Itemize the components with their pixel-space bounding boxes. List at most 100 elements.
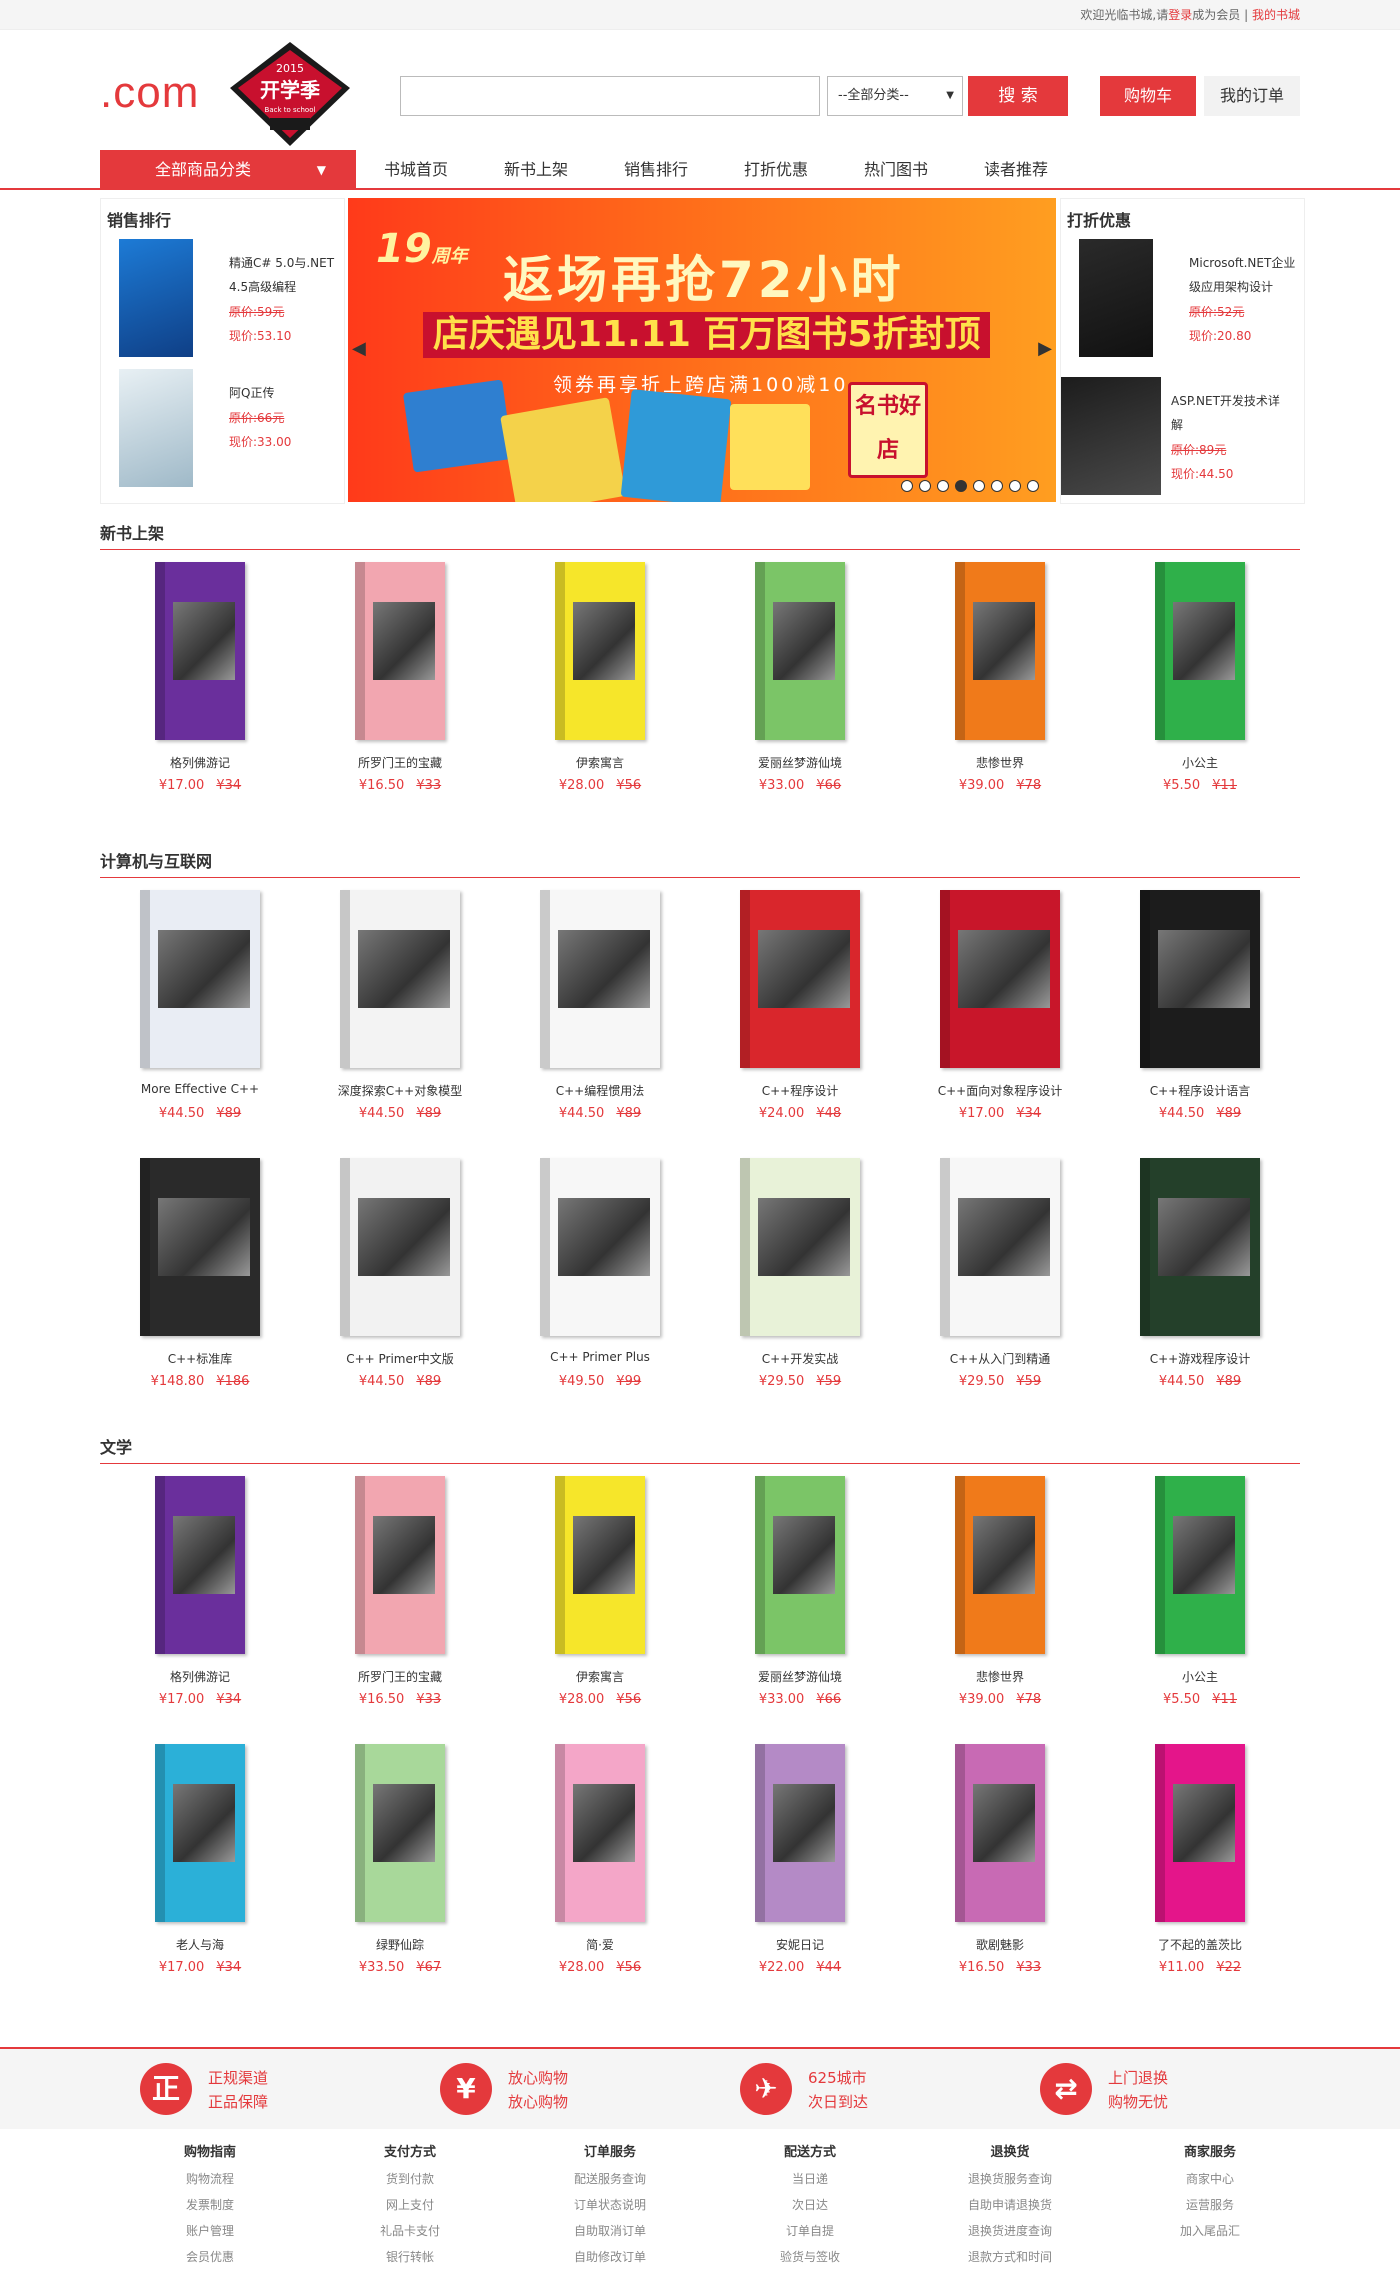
- book-cover-image[interactable]: [1140, 890, 1260, 1068]
- book-title[interactable]: 所罗门王的宝藏: [300, 754, 500, 771]
- book-cover-image[interactable]: [355, 562, 445, 740]
- book-cover-image[interactable]: [940, 890, 1060, 1068]
- book-card[interactable]: 伊索寓言 ¥28.00 ¥56: [500, 1476, 700, 1736]
- book-cover-image[interactable]: [155, 562, 245, 740]
- banner-dot[interactable]: [919, 480, 931, 492]
- book-card[interactable]: More Effective C++ ¥44.50 ¥89: [100, 890, 300, 1150]
- nav-reader-picks[interactable]: 读者推荐: [956, 150, 1076, 190]
- book-title[interactable]: 伊索寓言: [500, 754, 700, 771]
- book-title[interactable]: C++从入门到精通: [900, 1350, 1100, 1367]
- site-logo[interactable]: .com: [100, 68, 199, 118]
- book-cover-image[interactable]: [540, 890, 660, 1068]
- book-card[interactable]: 所罗门王的宝藏 ¥16.50 ¥33: [300, 1476, 500, 1736]
- book-card[interactable]: 小公主 ¥5.50 ¥11: [1100, 1476, 1300, 1736]
- footer-link[interactable]: 退换货进度查询: [920, 2218, 1100, 2244]
- book-title[interactable]: 绿野仙踪: [300, 1936, 500, 1953]
- book-cover-image[interactable]: [1155, 562, 1245, 740]
- book-title[interactable]: 安妮日记: [700, 1936, 900, 1953]
- nav-new-books[interactable]: 新书上架: [476, 150, 596, 190]
- book-card[interactable]: 绿野仙踪 ¥33.50 ¥67: [300, 1744, 500, 2004]
- banner-dot[interactable]: [1009, 480, 1021, 492]
- book-card[interactable]: 深度探索C++对象模型 ¥44.50 ¥89: [300, 890, 500, 1150]
- book-title[interactable]: 格列佛游记: [100, 1668, 300, 1685]
- book-title[interactable]: C++ Primer Plus: [500, 1350, 700, 1364]
- banner-dot[interactable]: [937, 480, 949, 492]
- nav-discounts[interactable]: 打折优惠: [716, 150, 836, 190]
- book-title[interactable]: 老人与海: [100, 1936, 300, 1953]
- category-select[interactable]: --全部分类-- ▼: [827, 76, 963, 116]
- banner-dot[interactable]: [973, 480, 985, 492]
- book-cover-image[interactable]: [955, 1744, 1045, 1922]
- book-title[interactable]: C++面向对象程序设计: [900, 1082, 1100, 1099]
- footer-link[interactable]: 货到付款: [320, 2166, 500, 2192]
- book-card[interactable]: 爱丽丝梦游仙境 ¥33.00 ¥66: [700, 1476, 900, 1736]
- banner-dot[interactable]: [1027, 480, 1039, 492]
- book-card[interactable]: C++程序设计 ¥24.00 ¥48: [700, 890, 900, 1150]
- my-books-link[interactable]: 我的书城: [1252, 8, 1300, 22]
- book-title[interactable]: 悲惨世界: [900, 754, 1100, 771]
- banner-next-arrow-icon[interactable]: ▶: [1038, 338, 1052, 359]
- book-title[interactable]: 了不起的盖茨比: [1100, 1936, 1300, 1953]
- footer-link[interactable]: 验货与签收: [720, 2244, 900, 2270]
- footer-link[interactable]: 网上支付: [320, 2192, 500, 2218]
- book-cover-image[interactable]: [740, 890, 860, 1068]
- search-input[interactable]: [400, 76, 820, 116]
- book-card[interactable]: C++面向对象程序设计 ¥17.00 ¥34: [900, 890, 1100, 1150]
- book-title[interactable]: C++游戏程序设计: [1100, 1350, 1300, 1367]
- book-title[interactable]: C++ Primer中文版: [300, 1350, 500, 1367]
- book-card[interactable]: C++ Primer中文版 ¥44.50 ¥89: [300, 1158, 500, 1418]
- book-card[interactable]: C++游戏程序设计 ¥44.50 ¥89: [1100, 1158, 1300, 1418]
- banner-dot[interactable]: [991, 480, 1003, 492]
- book-title[interactable]: C++程序设计: [700, 1082, 900, 1099]
- book-title[interactable]: 格列佛游记: [100, 754, 300, 771]
- book-card[interactable]: 爱丽丝梦游仙境 ¥33.00 ¥66: [700, 562, 900, 822]
- book-card[interactable]: 老人与海 ¥17.00 ¥34: [100, 1744, 300, 2004]
- book-card[interactable]: 小公主 ¥5.50 ¥11: [1100, 562, 1300, 822]
- book-cover-image[interactable]: [1155, 1476, 1245, 1654]
- footer-link[interactable]: 退款方式和时间: [920, 2244, 1100, 2270]
- book-cover-image[interactable]: [155, 1744, 245, 1922]
- promo-banner[interactable]: 19周年 返场再抢72小时 店庆遇见11.11 百万图书5折封顶 领券再享折上跨…: [348, 198, 1056, 502]
- sales-rank-item[interactable]: 阿Q正传 原价:66元 现价:33.00: [119, 369, 349, 487]
- book-card[interactable]: C++程序设计语言 ¥44.50 ¥89: [1100, 890, 1300, 1150]
- book-card[interactable]: 悲惨世界 ¥39.00 ¥78: [900, 1476, 1100, 1736]
- footer-link[interactable]: 订单自提: [720, 2218, 900, 2244]
- footer-link[interactable]: 发票制度: [120, 2192, 300, 2218]
- book-cover-image[interactable]: [755, 1744, 845, 1922]
- book-cover-image[interactable]: [355, 1744, 445, 1922]
- book-cover-image[interactable]: [540, 1158, 660, 1336]
- book-cover-image[interactable]: [555, 1744, 645, 1922]
- book-title[interactable]: 爱丽丝梦游仙境: [700, 754, 900, 771]
- book-title[interactable]: C++标准库: [100, 1350, 300, 1367]
- all-categories-menu[interactable]: 全部商品分类 ▼: [100, 150, 356, 190]
- book-title[interactable]: More Effective C++: [100, 1082, 300, 1096]
- book-card[interactable]: 歌剧魅影 ¥16.50 ¥33: [900, 1744, 1100, 2004]
- footer-link[interactable]: 银行转帐: [320, 2244, 500, 2270]
- book-card[interactable]: 格列佛游记 ¥17.00 ¥34: [100, 1476, 300, 1736]
- search-button[interactable]: 搜 索: [968, 76, 1068, 116]
- book-cover-image[interactable]: [340, 1158, 460, 1336]
- book-card[interactable]: 了不起的盖茨比 ¥11.00 ¥22: [1100, 1744, 1300, 2004]
- footer-link[interactable]: 商家中心: [1120, 2166, 1300, 2192]
- banner-prev-arrow-icon[interactable]: ◀: [352, 338, 366, 359]
- book-card[interactable]: 伊索寓言 ¥28.00 ¥56: [500, 562, 700, 822]
- book-title[interactable]: 小公主: [1100, 754, 1300, 771]
- book-title[interactable]: 深度探索C++对象模型: [300, 1082, 500, 1099]
- book-cover-image[interactable]: [740, 1158, 860, 1336]
- my-orders-button[interactable]: 我的订单: [1204, 76, 1300, 116]
- discount-item[interactable]: ASP.NET开发技术详解 原价:89元 现价:44.50: [1061, 377, 1291, 495]
- book-title[interactable]: C++编程惯用法: [500, 1082, 700, 1099]
- footer-link[interactable]: 自助修改订单: [520, 2244, 700, 2270]
- footer-link[interactable]: 运营服务: [1120, 2192, 1300, 2218]
- footer-link[interactable]: 加入尾品汇: [1120, 2218, 1300, 2244]
- footer-link[interactable]: 退换货服务查询: [920, 2166, 1100, 2192]
- login-link[interactable]: 登录: [1168, 8, 1192, 22]
- book-title[interactable]: 悲惨世界: [900, 1668, 1100, 1685]
- book-card[interactable]: C++标准库 ¥148.80 ¥186: [100, 1158, 300, 1418]
- sales-rank-item[interactable]: 精通C# 5.0与.NET 4.5高级编程 原价:59元 现价:53.10: [119, 239, 349, 357]
- book-title[interactable]: 简·爱: [500, 1936, 700, 1953]
- footer-link[interactable]: 订单状态说明: [520, 2192, 700, 2218]
- discount-item[interactable]: Microsoft.NET企业级应用架构设计 原价:52元 现价:20.80: [1079, 239, 1309, 357]
- footer-link[interactable]: 礼品卡支付: [320, 2218, 500, 2244]
- cart-button[interactable]: 购物车: [1100, 76, 1196, 116]
